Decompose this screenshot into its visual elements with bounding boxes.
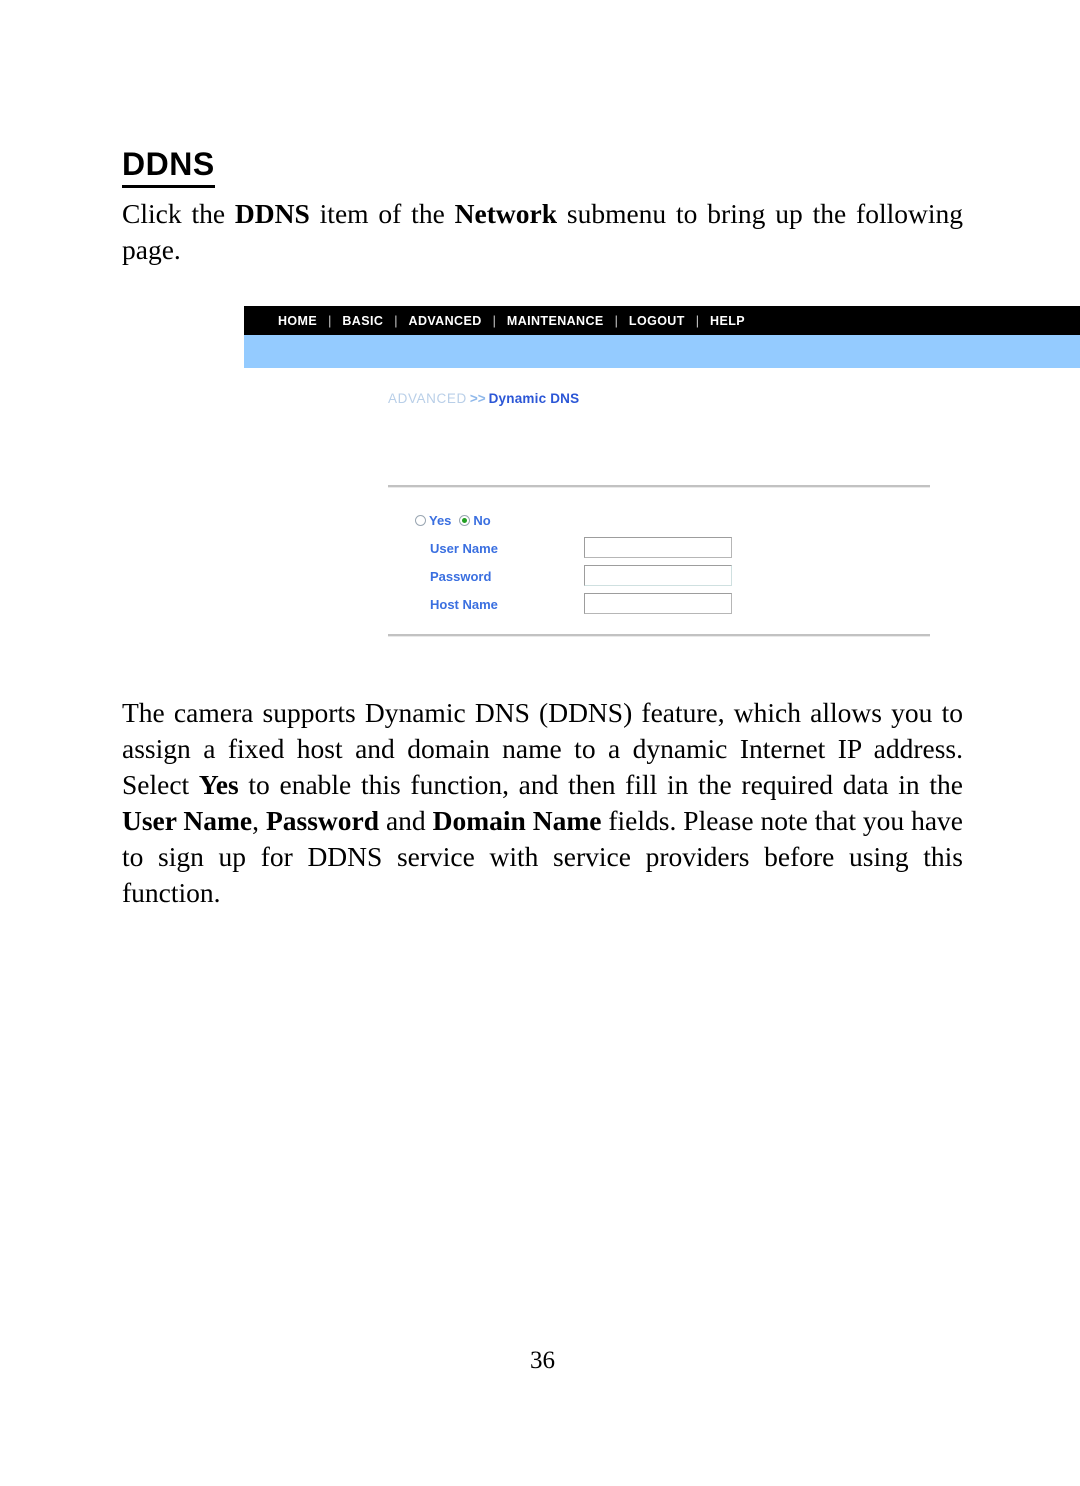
radio-option-no[interactable]: No [459,513,491,528]
page-title: DDNS [122,146,215,188]
label-password: Password [430,569,492,584]
nav-item-advanced[interactable]: ADVANCED [409,314,482,328]
camera-web-ui-screenshot: HOME | BASIC | ADVANCED | MAINTENANCE | … [244,306,1080,646]
body-bold-domain-name: Domain Name [432,805,602,836]
radio-label-yes: Yes [429,513,452,528]
divider-bottom [388,634,930,637]
nav-separator: | [614,313,618,328]
intro-paragraph: Click the DDNS item of the Network subme… [122,196,963,268]
field-row-password: Password [244,565,1080,593]
label-user-name: User Name [430,541,498,556]
ddns-enable-radio-group: Yes No [415,513,499,528]
nav-item-home[interactable]: HOME [278,314,317,328]
field-row-host-name: Host Name [244,593,1080,621]
user-name-input[interactable] [584,537,732,558]
nav-separator: | [695,313,700,328]
radio-yes-icon[interactable] [415,515,426,526]
nav-item-basic[interactable]: BASIC [342,314,383,328]
radio-no-icon[interactable] [459,515,471,526]
nav-separator: | [328,313,332,328]
field-row-user-name: User Name [244,537,1080,565]
body-bold-user-name: User Name [122,805,253,836]
body-bold-yes: Yes [198,769,239,800]
ui-navigation-bar: HOME | BASIC | ADVANCED | MAINTENANCE | … [244,306,1080,335]
intro-seg-2: item of the [309,198,455,229]
ui-content-area: ADVANCED>>Dynamic DNS Yes No User Name [244,368,1080,646]
radio-label-no: No [473,513,491,528]
nav-item-help[interactable]: HELP [710,314,745,328]
body-bold-password: Password [265,805,380,836]
body-seg-4: and [379,805,433,836]
intro-seg-1: Click the [122,198,235,229]
radio-option-yes[interactable]: Yes [415,513,451,528]
password-input[interactable] [584,565,732,586]
intro-bold-ddns: DDNS [234,198,310,229]
nav-item-maintenance[interactable]: MAINTENANCE [507,314,604,328]
label-host-name: Host Name [430,597,498,612]
page-number: 36 [530,1347,555,1374]
host-name-input[interactable] [584,593,732,614]
body-seg-2: to enable this function, and then fill i… [238,769,963,800]
ui-banner-band [244,335,1080,368]
intro-bold-network: Network [454,198,557,229]
nav-separator: | [492,313,496,328]
nav-item-logout[interactable]: LOGOUT [629,314,685,328]
body-paragraph: The camera supports Dynamic DNS (DDNS) f… [122,695,963,911]
ddns-form: Yes No User Name Password Host Name [244,368,1080,646]
body-seg-3: , [252,805,266,836]
nav-separator: | [394,313,398,328]
